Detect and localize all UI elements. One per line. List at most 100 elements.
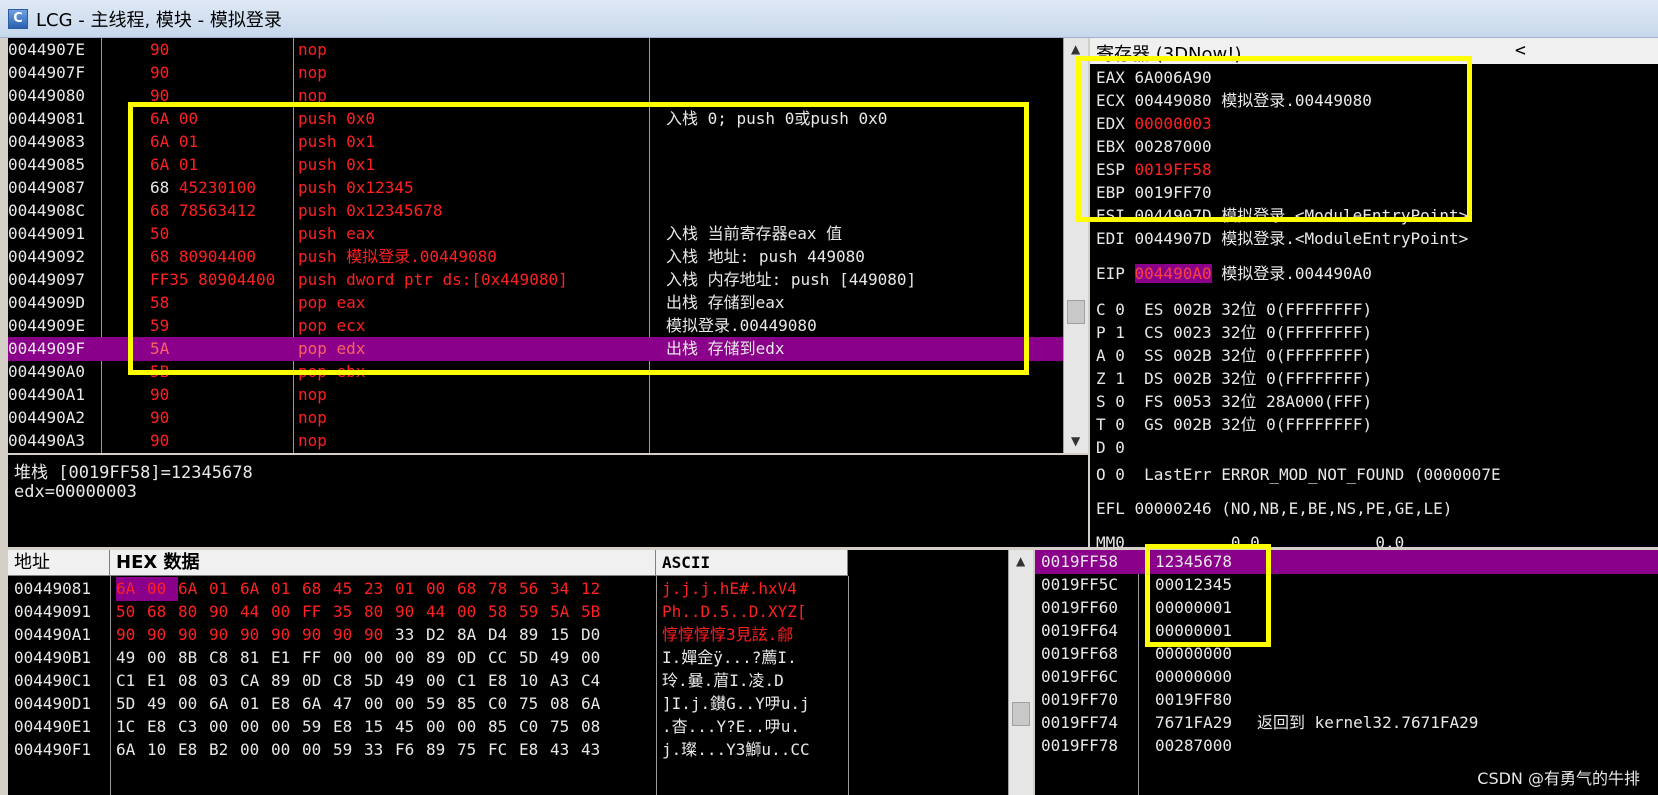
hex-byte[interactable]: D2 — [426, 623, 457, 647]
stack-row[interactable]: 0019FF60 00000001 — [1035, 596, 1658, 620]
hex-byte[interactable]: C0 — [519, 715, 550, 739]
disasm-row[interactable]: 00449091 50 push eax 入栈 当前寄存器eax 值 — [8, 222, 1063, 246]
disasm-row[interactable]: 0044907E 90 nop — [8, 38, 1063, 62]
hex-byte[interactable]: 00 — [364, 646, 395, 670]
dump-row[interactable]: 004490A1 90 90 90 90 90 90 90 90 90 33 D2 8A D4 89 15 D0… — [8, 623, 1008, 647]
disasm-row[interactable]: 0044907F 90 nop — [8, 61, 1063, 85]
dump-scrollbar[interactable]: ▲ — [1008, 550, 1033, 795]
hex-byte[interactable]: C8 — [333, 669, 364, 693]
disasm-row[interactable]: 0044909E 59 pop ecx 模拟登录.00449080 — [8, 314, 1063, 338]
hex-byte[interactable]: 08 — [581, 715, 612, 739]
hex-byte[interactable]: 50 — [116, 600, 147, 624]
hex-byte[interactable]: 00 — [426, 715, 457, 739]
memory-dump-panel[interactable]: 地址 HEX 数据 ASCII 00449081 6A 00 6A 01 6A 01 68 45 23 0… — [8, 550, 1008, 795]
hex-byte[interactable]: 5B — [581, 600, 612, 624]
flag-row[interactable]: D 0 — [1096, 436, 1144, 460]
hex-byte[interactable]: 56 — [519, 577, 550, 601]
register-row[interactable]: EDI 0044907D 模拟登录.<ModuleEntryPoint> — [1096, 227, 1468, 251]
disasm-row[interactable]: 004490A2 90 nop — [8, 406, 1063, 430]
flag-row[interactable]: Z 1 DS 002B 32位 0(FFFFFFFF) — [1096, 367, 1372, 391]
scroll-thumb[interactable] — [1012, 702, 1030, 726]
hex-byte[interactable]: E1 — [271, 646, 302, 670]
register-row[interactable]: EAX 6A006A90 — [1096, 66, 1212, 90]
register-value[interactable]: 00287000 — [1135, 137, 1212, 156]
register-value[interactable]: 0019FF70 — [1135, 183, 1212, 202]
register-row[interactable]: EDX 00000003 — [1096, 112, 1212, 136]
hex-byte[interactable]: 58 — [488, 600, 519, 624]
hex-byte[interactable]: D4 — [488, 623, 519, 647]
hex-byte[interactable]: 0D — [457, 646, 488, 670]
hex-byte[interactable]: C1 — [457, 669, 488, 693]
hex-byte[interactable]: 90 — [147, 623, 178, 647]
register-row[interactable]: EBP 0019FF70 — [1096, 181, 1212, 205]
hex-byte[interactable]: FF — [302, 600, 333, 624]
hex-byte[interactable]: 00 — [395, 692, 426, 716]
register-value[interactable]: 0044907D — [1135, 206, 1212, 225]
hex-byte[interactable]: 90 — [178, 623, 209, 647]
hex-byte[interactable]: 90 — [271, 623, 302, 647]
dump-col-address[interactable]: 地址 — [8, 550, 110, 576]
hex-byte[interactable]: 33 — [395, 623, 426, 647]
hex-byte[interactable]: 59 — [426, 692, 457, 716]
hex-byte[interactable]: 00 — [240, 715, 271, 739]
stack-value[interactable]: 00000001 — [1155, 596, 1232, 620]
stack-value[interactable]: 00000000 — [1155, 642, 1232, 666]
hex-byte[interactable]: 00 — [426, 669, 457, 693]
disasm-row[interactable]: 004490A0 5B pop ebx — [8, 360, 1063, 384]
hex-byte[interactable]: 47 — [333, 692, 364, 716]
register-value[interactable]: 004490A0 — [1134, 264, 1212, 283]
hex-byte[interactable]: 00 — [147, 646, 178, 670]
hex-byte[interactable]: C3 — [178, 715, 209, 739]
hex-byte[interactable]: A3 — [550, 669, 581, 693]
stack-value[interactable]: 00012345 — [1155, 573, 1232, 597]
register-value[interactable]: 6A006A90 — [1135, 68, 1212, 87]
stack-row[interactable]: 0019FF74 7671FA29 返回到 kernel32.7671FA29 — [1035, 711, 1658, 735]
flag-value[interactable]: 0 — [1115, 392, 1144, 411]
disasm-row[interactable]: 0044909F 5A pop edx 出栈 存储到edx — [8, 337, 1063, 361]
hex-byte[interactable]: 15 — [550, 623, 581, 647]
hex-byte[interactable]: 00 — [457, 715, 488, 739]
hex-byte[interactable]: 89 — [426, 738, 457, 762]
hex-byte[interactable]: 90 — [364, 623, 395, 647]
hex-byte[interactable]: 78 — [488, 577, 519, 601]
hex-byte[interactable]: 44 — [426, 600, 457, 624]
hex-byte[interactable]: 01 — [240, 692, 271, 716]
flag-value[interactable]: 0 — [1115, 346, 1144, 365]
hex-byte[interactable]: 89 — [271, 669, 302, 693]
dump-row[interactable]: 004490B1 49 00 8B C8 81 E1 FF 00 00 00 89 0D CC 5D 49 00… — [8, 646, 1008, 670]
flag-value[interactable]: 0 — [1115, 438, 1144, 457]
hex-byte[interactable]: 80 — [178, 600, 209, 624]
hex-byte[interactable]: 5A — [550, 600, 581, 624]
hex-byte[interactable]: 01 — [395, 577, 426, 601]
hex-byte[interactable]: 00 — [302, 738, 333, 762]
stack-row[interactable]: 0019FF70 0019FF80 — [1035, 688, 1658, 712]
disasm-row[interactable]: 0044908C 68 78563412 push 0x12345678 — [8, 199, 1063, 223]
hex-byte[interactable]: 03 — [209, 669, 240, 693]
hex-byte[interactable]: E8 — [519, 738, 550, 762]
hex-byte[interactable]: 5D — [519, 646, 550, 670]
hex-byte[interactable]: 00 — [364, 692, 395, 716]
hex-byte[interactable]: 45 — [333, 577, 364, 601]
hex-byte[interactable]: 6A — [116, 577, 147, 601]
hex-byte[interactable]: 90 — [209, 623, 240, 647]
hex-byte[interactable]: 90 — [209, 600, 240, 624]
efl-row[interactable]: EFL 00000246 (NO,NB,E,BE,NS,PE,GE,LE) — [1096, 497, 1452, 521]
disasm-row[interactable]: 004490A1 90 nop — [8, 383, 1063, 407]
stack-value[interactable]: 0019FF80 — [1155, 688, 1232, 712]
hex-byte[interactable]: 10 — [519, 669, 550, 693]
stack-value[interactable]: 12345678 — [1155, 550, 1232, 574]
flag-row[interactable]: T 0 GS 002B 32位 0(FFFFFFFF) — [1096, 413, 1372, 437]
hex-byte[interactable]: 90 — [116, 623, 147, 647]
hex-byte[interactable]: 08 — [550, 692, 581, 716]
register-value[interactable]: 0044907D — [1135, 229, 1212, 248]
disasm-row[interactable]: 00449085 6A 01 push 0x1 — [8, 153, 1063, 177]
hex-byte[interactable]: 75 — [519, 692, 550, 716]
hex-byte[interactable]: 23 — [364, 577, 395, 601]
hex-byte[interactable]: 49 — [550, 646, 581, 670]
disassembly-scrollbar[interactable]: ▲ ▼ — [1063, 38, 1088, 453]
hex-byte[interactable]: 49 — [116, 646, 147, 670]
hex-byte[interactable]: 89 — [519, 623, 550, 647]
hex-byte[interactable]: 00 — [333, 646, 364, 670]
hex-byte[interactable]: 68 — [302, 577, 333, 601]
hex-byte[interactable]: 00 — [271, 715, 302, 739]
